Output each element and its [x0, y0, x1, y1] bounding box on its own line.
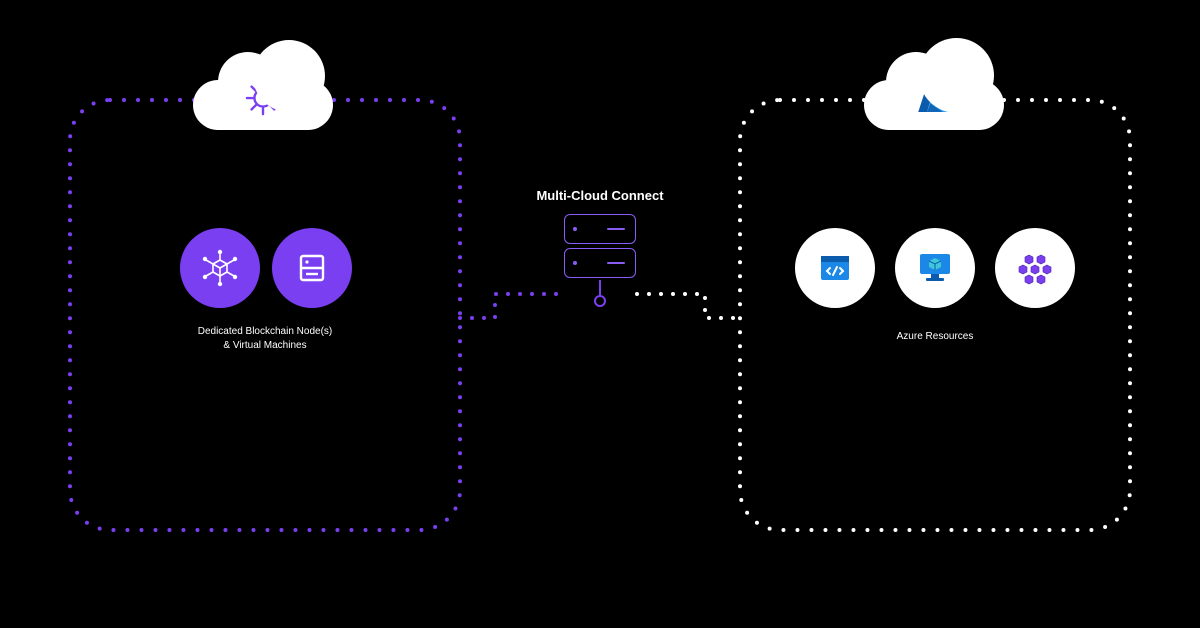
- left-panel-border: [70, 100, 460, 530]
- server-rack-icon: [295, 251, 329, 285]
- server-stub-dot: [595, 296, 605, 306]
- connector-left: [460, 294, 563, 318]
- diagram-root: Dedicated Blockchain Node(s) & Virtual M…: [0, 0, 1200, 628]
- azure-res-1: [795, 228, 875, 308]
- right-panel-caption: Azure Resources: [830, 330, 1040, 344]
- blockchain-node-circle: [180, 228, 260, 308]
- left-panel-caption: Dedicated Blockchain Node(s) & Virtual M…: [150, 325, 380, 352]
- vm-circle: [272, 228, 352, 308]
- server-top: [564, 214, 636, 244]
- code-browser-icon: [813, 246, 857, 290]
- azure-res-3: [995, 228, 1075, 308]
- left-cloud: [193, 80, 333, 130]
- azure-logo-icon: [864, 65, 1004, 130]
- monitor-cube-icon: [912, 245, 958, 291]
- left-caption-line2: & Virtual Machines: [150, 339, 380, 353]
- diagram-svg: [0, 0, 1200, 628]
- right-panel-border: [740, 100, 1130, 530]
- hex-cluster-icon: [1012, 245, 1058, 291]
- azure-res-2: [895, 228, 975, 308]
- server-bottom: [564, 248, 636, 278]
- right-cloud: [864, 80, 1004, 130]
- blockchain-cube-icon: [200, 248, 240, 288]
- kubernetes-cog-icon: [193, 65, 333, 130]
- multi-cloud-title: Multi-Cloud Connect: [500, 188, 700, 203]
- left-caption-line1: Dedicated Blockchain Node(s): [150, 325, 380, 339]
- connector-right: [637, 294, 740, 318]
